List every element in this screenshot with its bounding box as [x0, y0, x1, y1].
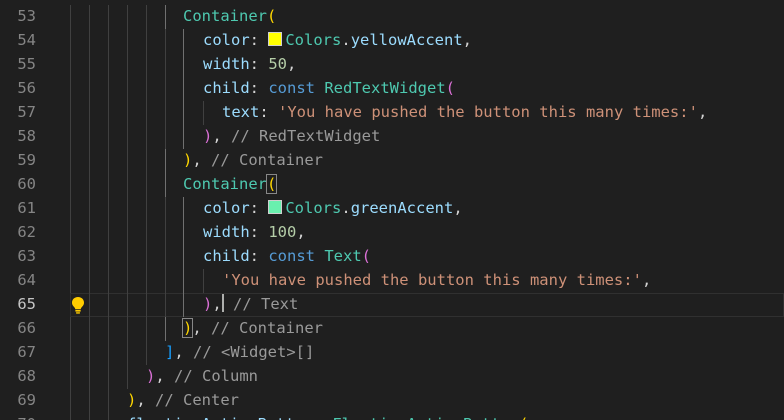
code-text: ], // <Widget>[]: [165, 343, 315, 361]
code-line-61[interactable]: 61 color: Colors.greenAccent,: [0, 197, 784, 221]
code-line-53[interactable]: 53 Container(: [0, 5, 784, 29]
code-line-63[interactable]: 63 child: const Text(: [0, 245, 784, 269]
code-text: ), // RedTextWidget: [203, 127, 381, 145]
code-text: 'You have pushed the button this many ti…: [222, 271, 652, 289]
line-number: 59: [17, 151, 36, 169]
lightbulb-icon[interactable]: [70, 296, 86, 314]
code-line-57[interactable]: 57 text: 'You have pushed the button thi…: [0, 101, 784, 125]
code-text: child: const RedTextWidget(: [203, 79, 456, 97]
line-number: 68: [17, 367, 36, 385]
line-number: 70: [0, 413, 36, 420]
code-line-60[interactable]: 60 Container(: [0, 173, 784, 197]
code-text: floatingActionButton: FloatingActionButt…: [127, 413, 528, 420]
code-text: text: 'You have pushed the button this m…: [222, 103, 708, 121]
code-editor[interactable]: 53 Container( 54 color: Colors.yellowAcc…: [0, 0, 784, 420]
color-swatch-yellow[interactable]: [268, 32, 283, 46]
line-number: 58: [17, 127, 36, 145]
code-line-66[interactable]: 66 ), // Container: [0, 317, 784, 341]
code-text: Container(: [183, 174, 278, 194]
code-text: width: 100,: [203, 223, 306, 241]
line-number: 64: [17, 271, 36, 289]
code-text: ), // Center: [127, 391, 240, 409]
code-text: ), // Text: [203, 294, 299, 313]
code-text: width: 50,: [203, 55, 297, 73]
code-line-68[interactable]: 68 ), // Column: [0, 365, 784, 389]
line-number: 66: [17, 319, 36, 337]
code-line-65[interactable]: 65 ), // Text: [0, 293, 784, 317]
code-line-69[interactable]: 69 ), // Center: [0, 389, 784, 413]
line-number: 57: [17, 103, 36, 121]
line-number: 67: [17, 343, 36, 361]
line-number: 53: [17, 7, 36, 25]
code-line-64[interactable]: 64 'You have pushed the button this many…: [0, 269, 784, 293]
line-number: 56: [17, 79, 36, 97]
code-text: child: const Text(: [203, 247, 372, 265]
code-line-59[interactable]: 59 ), // Container: [0, 149, 784, 173]
line-number: 55: [17, 55, 36, 73]
line-number: 69: [17, 391, 36, 409]
line-number: 61: [17, 199, 36, 217]
code-text: ), // Column: [146, 367, 259, 385]
line-number: 60: [17, 175, 36, 193]
code-text: color: Colors.greenAccent,: [203, 199, 463, 217]
code-line-54[interactable]: 54 color: Colors.yellowAccent,: [0, 29, 784, 53]
code-line-55[interactable]: 55 width: 50,: [0, 53, 784, 77]
code-text: Container(: [183, 7, 277, 25]
code-line-58[interactable]: 58 ), // RedTextWidget: [0, 125, 784, 149]
color-swatch-green[interactable]: [268, 200, 283, 214]
code-line-56[interactable]: 56 child: const RedTextWidget(: [0, 77, 784, 101]
line-number: 54: [17, 31, 36, 49]
line-number: 63: [17, 247, 36, 265]
line-number: 62: [17, 223, 36, 241]
code-line-70[interactable]: 70 floatingActionButton: FloatingActionB…: [0, 413, 784, 420]
code-text: ), // Container: [181, 318, 323, 338]
code-line-67[interactable]: 67 ], // <Widget>[]: [0, 341, 784, 365]
line-number: 65: [17, 295, 36, 313]
code-line-62[interactable]: 62 width: 100,: [0, 221, 784, 245]
code-text: ), // Container: [183, 151, 323, 169]
code-text: color: Colors.yellowAccent,: [203, 31, 473, 49]
